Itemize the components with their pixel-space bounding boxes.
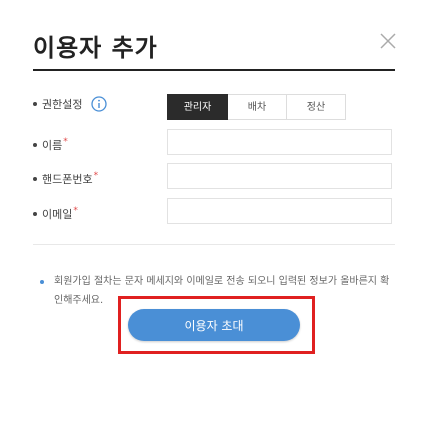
required-mark: * xyxy=(93,171,99,181)
required-mark: * xyxy=(63,137,68,147)
notice-bullet xyxy=(40,280,44,284)
email-label: 이메일 xyxy=(42,208,73,221)
close-icon xyxy=(380,33,396,49)
name-row-label: 이름 * xyxy=(33,137,68,153)
info-icon[interactable] xyxy=(91,96,108,112)
invite-user-button[interactable]: 이용자 초대 xyxy=(128,309,300,341)
role-option-settlement[interactable]: 정산 xyxy=(287,94,346,120)
close-button[interactable] xyxy=(378,31,398,51)
phone-label: 핸드폰번호 xyxy=(42,173,93,186)
role-selector: 관리자 배차 정산 xyxy=(167,94,346,120)
bullet xyxy=(33,177,37,181)
role-label: 권한설정 xyxy=(42,98,83,111)
title-divider xyxy=(33,69,395,71)
required-mark: * xyxy=(73,206,78,216)
bullet xyxy=(33,212,37,216)
name-field[interactable] xyxy=(167,129,392,155)
bullet xyxy=(33,143,37,147)
bullet xyxy=(33,102,37,106)
role-row-label: 권한설정 xyxy=(33,96,108,112)
name-label: 이름 xyxy=(42,139,63,152)
email-field[interactable] xyxy=(167,198,392,224)
dialog-title: 이용자 추가 xyxy=(33,34,158,62)
phone-row-label: 핸드폰번호 * xyxy=(33,171,98,187)
section-divider xyxy=(33,244,395,245)
role-option-admin[interactable]: 관리자 xyxy=(167,94,228,120)
email-row-label: 이메일 * xyxy=(33,206,78,222)
role-option-dispatch[interactable]: 배차 xyxy=(228,94,287,120)
phone-field[interactable] xyxy=(167,163,392,189)
